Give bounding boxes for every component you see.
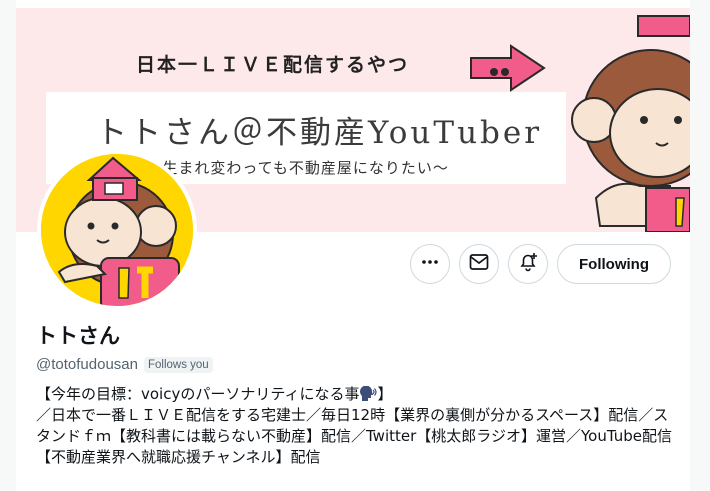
- bio-text-bracket: 】: [377, 385, 393, 403]
- more-button[interactable]: [410, 244, 450, 284]
- display-name: トトさん: [36, 324, 120, 348]
- banner-title: トトさん＠不動産YouTuber: [96, 115, 543, 151]
- bell-plus-icon: [517, 252, 539, 276]
- envelope-icon: [469, 253, 489, 275]
- user-handle: @totofudousan: [36, 356, 138, 373]
- speaking-head-icon: [359, 385, 378, 402]
- notify-button[interactable]: [508, 244, 548, 284]
- avatar[interactable]: [37, 150, 197, 310]
- banner-subtitle: -生まれ変わっても不動産屋になりたい～: [156, 159, 449, 177]
- bio-text-start: 【今年の目標：voicyのパーソナリティになる事: [36, 385, 360, 403]
- following-button[interactable]: Following: [557, 244, 671, 284]
- profile-bio: 【今年の目標：voicyのパーソナリティになる事】 ／日本で一番ＬＩＶＥ配信をす…: [36, 384, 676, 468]
- handle-row: @totofudousan Follows you: [36, 356, 213, 373]
- profile-card: 日本一ＬＩＶＥ配信するやつ トトさん＠不動産YouTuber -生まれ変わっても…: [16, 0, 690, 491]
- banner-headline: 日本一ＬＩＶＥ配信するやつ: [136, 54, 410, 76]
- more-horizontal-icon: [421, 253, 439, 275]
- follows-you-badge: Follows you: [143, 356, 213, 373]
- avatar-illustration: [41, 154, 193, 306]
- message-button[interactable]: [459, 244, 499, 284]
- bio-text-rest: ／日本で一番ＬＩＶＥ配信をする宅建士／毎日12時【業界の裏側が分かるスペース】配…: [36, 406, 672, 466]
